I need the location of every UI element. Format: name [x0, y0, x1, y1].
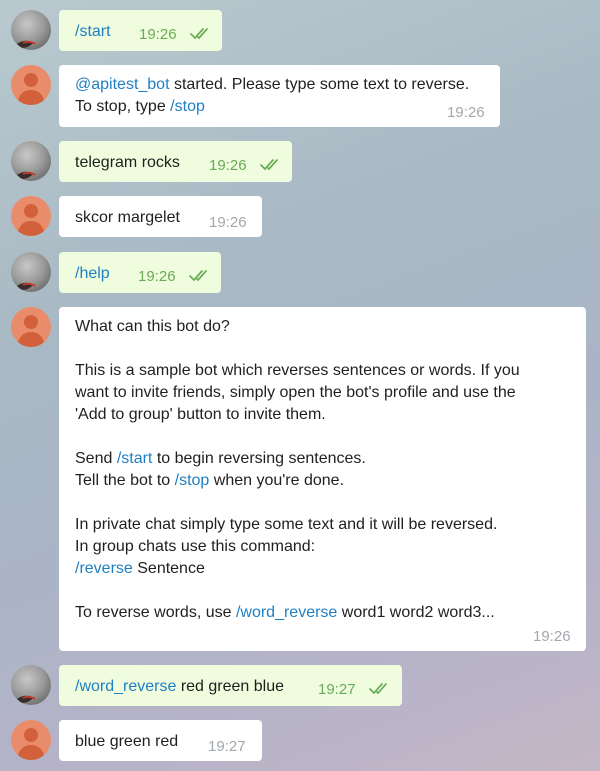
bot-avatar[interactable] — [11, 65, 51, 105]
outgoing-message-bubble[interactable]: /word_reverse red green blue 19:27 — [59, 665, 402, 706]
bot-avatar-icon — [11, 196, 51, 236]
command-link[interactable]: /stop — [170, 98, 205, 115]
message-text: @apitest_bot started. Please type some t… — [75, 76, 470, 115]
outgoing-message-bubble[interactable]: /help 19:26 — [59, 252, 221, 293]
bot-avatar[interactable] — [11, 196, 51, 236]
user-avatar[interactable] — [11, 141, 51, 181]
user-avatar[interactable] — [11, 252, 51, 292]
command-link[interactable]: /word_reverse — [236, 604, 337, 621]
outgoing-message-bubble[interactable]: telegram rocks 19:26 — [59, 141, 292, 182]
command-link[interactable]: /reverse — [75, 560, 133, 577]
message-text: skcor margelet — [75, 209, 180, 226]
double-check-icon — [369, 683, 387, 695]
message-text: /start — [75, 21, 111, 43]
incoming-message-bubble[interactable]: blue green red 19:27 — [59, 720, 262, 761]
user-avatar-icon — [11, 252, 51, 292]
chat-history: /start 19:26 @apitest_bot started. Pleas… — [0, 0, 600, 771]
message-time: 19:26 — [209, 157, 247, 174]
bot-avatar[interactable] — [11, 307, 51, 347]
double-check-icon — [189, 270, 207, 282]
command-link[interactable]: /help — [75, 265, 110, 282]
user-avatar[interactable] — [11, 665, 51, 705]
command-link[interactable]: /start — [117, 450, 153, 467]
message-time: 19:26 — [447, 104, 485, 121]
message-time: 19:26 — [139, 26, 177, 43]
message-time: 19:26 — [533, 628, 571, 645]
help-description-line: This is a sample bot which reverses sent… — [75, 362, 520, 379]
double-check-icon — [190, 28, 208, 40]
user-avatar-icon — [11, 141, 51, 181]
command-link[interactable]: /start — [75, 23, 111, 40]
user-avatar[interactable] — [11, 10, 51, 50]
incoming-message-bubble[interactable]: @apitest_bot started. Please type some t… — [59, 65, 500, 127]
help-description-line: 'Add to group' button to invite them. — [75, 406, 326, 423]
message-text: blue green red — [75, 733, 179, 750]
message-text: /help — [75, 263, 110, 285]
help-description-line: want to invite friends, simply open the … — [75, 384, 516, 401]
command-link[interactable]: /word_reverse — [75, 678, 176, 695]
incoming-message-bubble[interactable]: What can this bot do? This is a sample b… — [59, 307, 586, 651]
bot-avatar[interactable] — [11, 720, 51, 760]
message-time: 19:27 — [208, 738, 246, 755]
user-avatar-icon — [11, 10, 51, 50]
message-time: 19:27 — [318, 681, 356, 698]
bot-mention-link[interactable]: @apitest_bot — [75, 76, 170, 93]
help-heading: What can this bot do? — [75, 318, 230, 335]
message-text: telegram rocks — [75, 154, 180, 171]
bot-avatar-icon — [11, 65, 51, 105]
double-check-icon — [260, 159, 278, 171]
outgoing-message-bubble[interactable]: /start 19:26 — [59, 10, 222, 51]
bot-avatar-icon — [11, 307, 51, 347]
message-time: 19:26 — [138, 268, 176, 285]
message-text: /word_reverse red green blue — [75, 678, 285, 695]
message-text: What can this bot do? This is a sample b… — [75, 318, 520, 621]
incoming-message-bubble[interactable]: skcor margelet 19:26 — [59, 196, 262, 237]
bot-avatar-icon — [11, 720, 51, 760]
command-link[interactable]: /stop — [175, 472, 210, 489]
message-time: 19:26 — [209, 214, 247, 231]
user-avatar-icon — [11, 665, 51, 705]
